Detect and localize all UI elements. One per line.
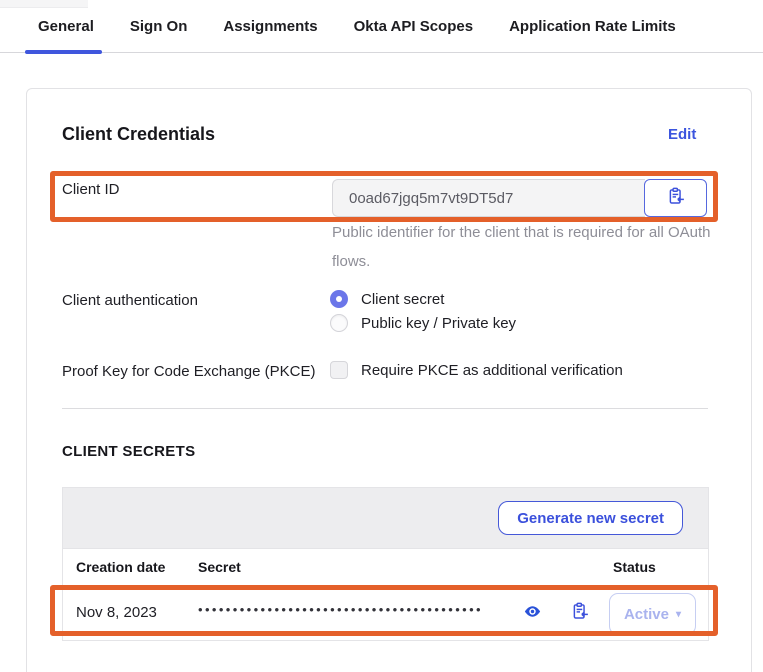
tab-sign-on[interactable]: Sign On — [130, 18, 188, 35]
tab-general[interactable]: General — [38, 18, 94, 35]
column-header-status: Status — [613, 559, 656, 575]
pkce-option[interactable]: Require PKCE as additional verification — [330, 361, 623, 379]
client-secrets-heading: CLIENT SECRETS — [62, 443, 195, 460]
client-id-input-group — [332, 179, 707, 217]
column-header-creation-date: Creation date — [76, 559, 165, 575]
client-secret-option[interactable]: Client secret — [330, 290, 444, 308]
okta-app-settings-page: General Sign On Assignments Okta API Sco… — [0, 0, 763, 672]
table-toolbar: Generate new secret — [63, 488, 708, 548]
copy-to-clipboard-icon — [667, 187, 685, 210]
public-private-key-option-label: Public key / Private key — [361, 315, 516, 332]
generate-new-secret-button[interactable]: Generate new secret — [498, 501, 683, 535]
client-secret-option-label: Client secret — [361, 291, 444, 308]
secret-table-row: Nov 8, 2023 ••••••••••••••••••••••••••••… — [63, 585, 708, 640]
pkce-label: Proof Key for Code Exchange (PKCE) — [62, 363, 315, 380]
radio-selected-icon[interactable] — [330, 290, 348, 308]
column-header-secret: Secret — [198, 559, 241, 575]
client-id-help-text: Public identifier for the client that is… — [332, 218, 724, 276]
client-id-label: Client ID — [62, 181, 120, 198]
masked-secret-value: ••••••••••••••••••••••••••••••••••••••••… — [198, 602, 483, 617]
copy-to-clipboard-icon — [571, 602, 589, 623]
tab-okta-api-scopes[interactable]: Okta API Scopes — [354, 18, 474, 35]
tab-assignments[interactable]: Assignments — [223, 18, 317, 35]
public-private-key-option[interactable]: Public key / Private key — [330, 314, 516, 332]
copy-client-id-button[interactable] — [644, 179, 707, 217]
checkbox-unchecked-icon[interactable] — [330, 361, 348, 379]
pkce-option-label: Require PKCE as additional verification — [361, 362, 623, 379]
copy-secret-button[interactable] — [568, 600, 592, 624]
secret-creation-date: Nov 8, 2023 — [76, 604, 157, 621]
client-secrets-table: Generate new secret Creation date Secret… — [62, 487, 709, 641]
status-dropdown-button[interactable]: Active ▾ — [609, 593, 696, 635]
edit-link[interactable]: Edit — [668, 126, 696, 143]
client-id-input[interactable] — [332, 179, 645, 217]
radio-unselected-icon[interactable] — [330, 314, 348, 332]
client-authentication-label: Client authentication — [62, 292, 198, 309]
tab-application-rate-limits[interactable]: Application Rate Limits — [509, 18, 676, 35]
reveal-secret-button[interactable] — [521, 602, 543, 624]
chevron-down-icon: ▾ — [676, 609, 681, 620]
section-divider — [62, 408, 708, 409]
status-label: Active — [624, 606, 669, 623]
tab-bar: General Sign On Assignments Okta API Sco… — [0, 0, 763, 53]
active-tab-indicator — [25, 50, 102, 54]
table-header-row: Creation date Secret Status — [63, 548, 708, 585]
eye-icon — [523, 602, 542, 624]
section-title: Client Credentials — [62, 124, 215, 145]
